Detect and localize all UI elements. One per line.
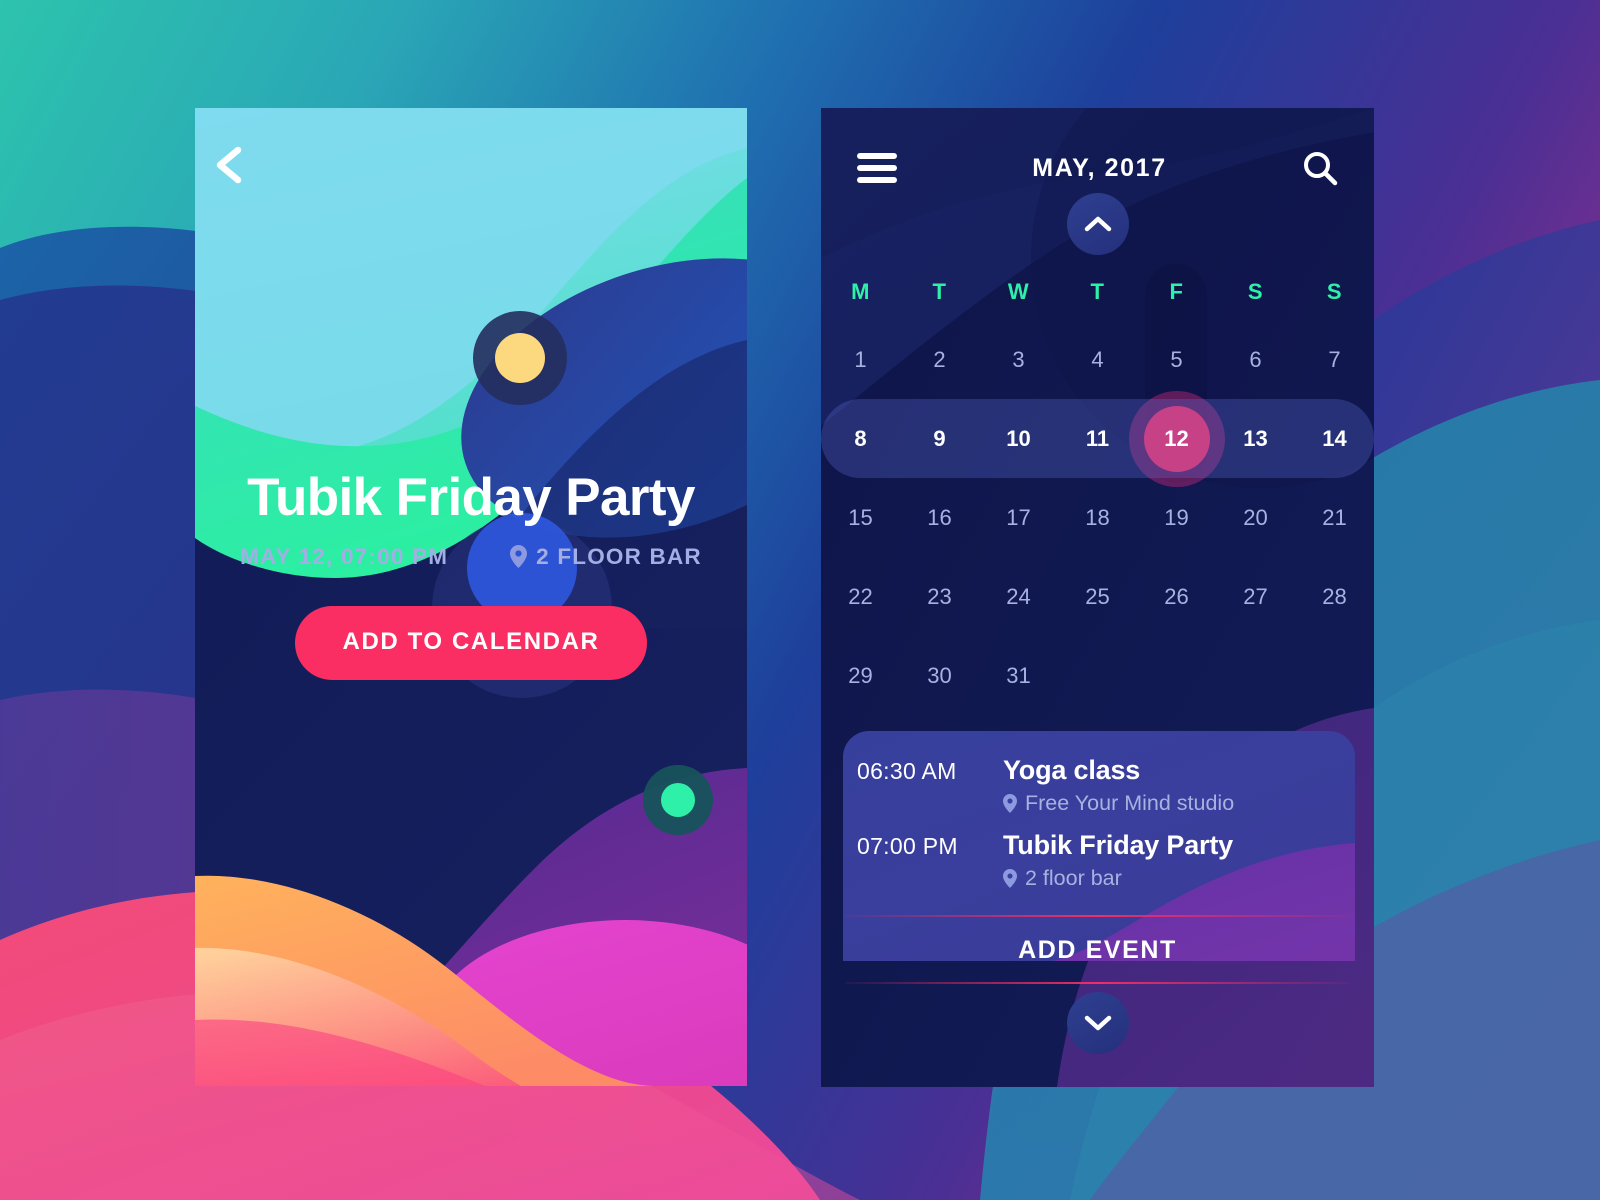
expand-calendar-button[interactable] [1067,992,1129,1054]
weekday-header: S [1326,279,1343,304]
event-info-block: Tubik Friday Party MAY 12, 07:00 PM 2 FL… [195,470,747,680]
weekday-header-row: M T W T F S S [821,264,1374,320]
events-list: 06:30 AM Yoga class Free Your Mind studi… [843,731,1355,891]
event-title: Tubik Friday Party [247,468,695,527]
event-time: 07:00 PM [857,833,958,859]
weekday-header: T [1090,279,1105,304]
calendar-day[interactable]: 1 [821,347,900,373]
event-detail: Tubik Friday Party 2 floor bar [1003,830,1233,891]
event-datetime: MAY 12, 07:00 PM [240,543,449,569]
event-list-item[interactable]: 06:30 AM Yoga class Free Your Mind studi… [843,755,1355,816]
calendar-day[interactable]: 25 [1058,584,1137,610]
event-name: Tubik Friday Party [1003,830,1233,860]
calendar-day[interactable]: 2 [900,347,979,373]
calendar-day[interactable]: 9 [900,426,979,452]
calendar-week-row: 1 2 3 4 5 6 7 [821,320,1374,399]
calendar-day[interactable]: 7 [1295,347,1374,373]
map-pin-icon [1003,869,1017,888]
calendar-day[interactable]: 3 [979,347,1058,373]
back-button[interactable] [208,142,252,188]
calendar-day[interactable]: 17 [979,505,1058,531]
calendar-day[interactable]: 27 [1216,584,1295,610]
chevron-down-icon [1084,1015,1112,1031]
collapse-calendar-button[interactable] [1067,193,1129,255]
calendar-week-row-active: 8 9 10 11 12 13 14 [821,390,1374,487]
weekday-header: M [851,279,870,304]
event-place-label: 2 floor bar [1025,866,1122,890]
month-label: MAY, 2017 [1032,153,1167,182]
app-screenshot: Tubik Friday Party MAY 12, 07:00 PM 2 FL… [0,0,1600,1200]
calendar-day[interactable]: 11 [1058,426,1137,452]
weekday-header: W [1007,279,1030,304]
calendar-day[interactable]: 8 [821,426,900,452]
calendar-day[interactable]: 21 [1295,505,1374,531]
event-time: 06:30 AM [857,758,957,784]
calendar-day[interactable]: 31 [979,663,1058,689]
calendar-day[interactable]: 29 [821,663,900,689]
calendar-day[interactable]: 18 [1058,505,1137,531]
calendar-day[interactable]: 19 [1137,505,1216,531]
event-place: Free Your Mind studio [1003,791,1234,816]
calendar-day-selected[interactable]: 12 [1128,390,1225,487]
event-location-label: 2 FLOOR BAR [536,543,702,569]
weekday-header: S [1247,279,1264,304]
event-place-label: Free Your Mind studio [1025,791,1235,815]
weekday-header: T [932,279,947,304]
map-pin-icon [1003,794,1017,813]
calendar-day[interactable]: 23 [900,584,979,610]
calendar-day[interactable]: 4 [1058,347,1137,373]
calendar-day[interactable]: 22 [821,584,900,610]
calendar-day[interactable]: 13 [1216,426,1295,452]
calendar-day[interactable]: 15 [821,505,900,531]
calendar-day[interactable]: 10 [979,426,1058,452]
calendar-topbar: MAY, 2017 [821,140,1374,196]
calendar-week-row: 29 30 31 [821,636,1374,715]
divider-top [845,915,1350,917]
divider-bottom [845,982,1350,984]
event-meta: MAY 12, 07:00 PM 2 FLOOR BAR [195,544,747,570]
chevron-up-icon [1084,216,1112,232]
event-place: 2 floor bar [1003,866,1233,891]
event-detail: Yoga class Free Your Mind studio [1003,755,1234,816]
calendar-day[interactable]: 5 [1137,347,1216,373]
calendar-week-row: 15 16 17 18 19 20 21 [821,478,1374,557]
add-event-button[interactable]: ADD EVENT [821,918,1374,982]
calendar-day[interactable]: 16 [900,505,979,531]
calendar-day[interactable]: 6 [1216,347,1295,373]
event-list-item[interactable]: 07:00 PM Tubik Friday Party 2 floor bar [843,830,1355,891]
calendar-day[interactable]: 20 [1216,505,1295,531]
calendar-week-row: 22 23 24 25 26 27 28 [821,557,1374,636]
event-location: 2 FLOOR BAR [510,544,702,570]
selected-day-label: 12 [1164,425,1189,451]
event-name: Yoga class [1003,755,1141,785]
search-icon[interactable] [1302,150,1338,186]
weekday-header: F [1169,279,1184,304]
hamburger-menu-icon[interactable] [857,153,897,183]
calendar-day[interactable]: 26 [1137,584,1216,610]
add-to-calendar-button[interactable]: ADD TO CALENDAR [294,605,648,680]
calendar-day[interactable]: 24 [979,584,1058,610]
calendar-day[interactable]: 30 [900,663,979,689]
map-pin-icon [510,545,528,569]
calendar-grid: M T W T F S S 1 2 3 4 5 6 7 8 9 10 11 12… [821,264,1374,715]
calendar-day[interactable]: 14 [1295,426,1374,452]
calendar-day[interactable]: 28 [1295,584,1374,610]
